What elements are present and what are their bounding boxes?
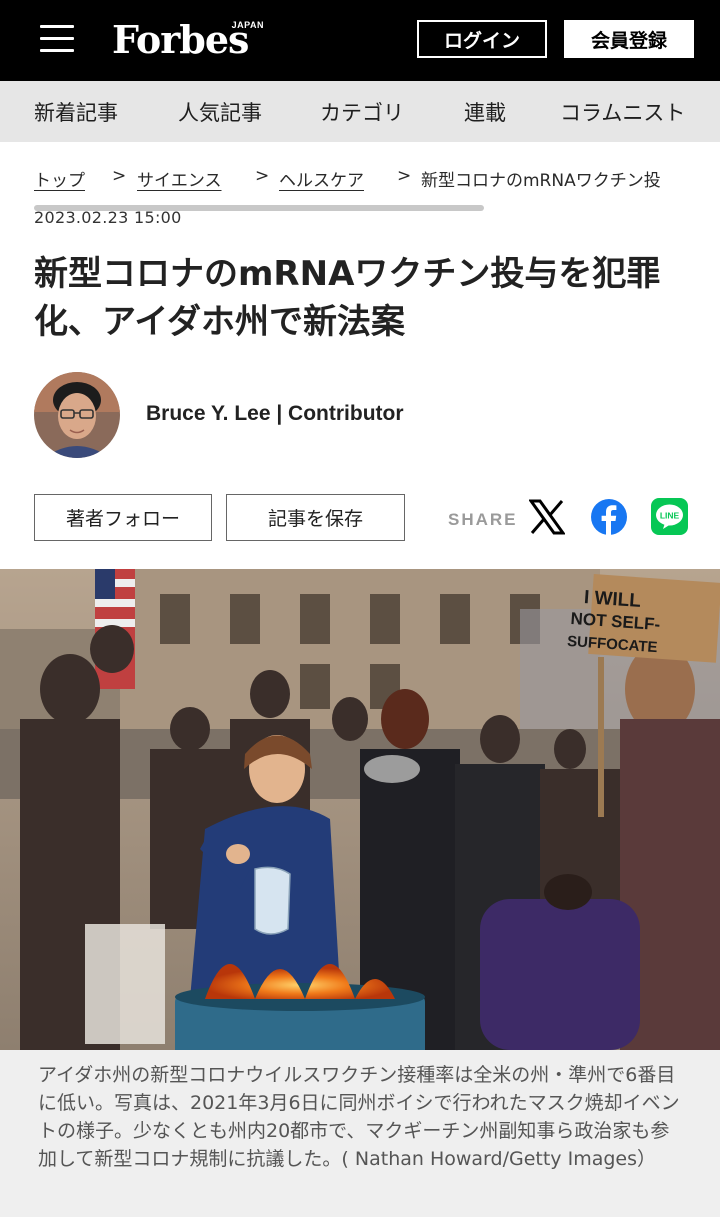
nav-item-latest[interactable]: 新着記事 <box>34 97 118 127</box>
breadcrumb-science[interactable]: サイエンス <box>137 166 222 191</box>
author-avatar[interactable] <box>34 372 120 458</box>
breadcrumb-current: 新型コロナのmRNAワクチン投 <box>421 171 661 191</box>
top-header: Forbes JAPAN ログイン 会員登録 <box>0 0 720 81</box>
nav-item-columnist[interactable]: コラムニスト <box>560 97 685 127</box>
follow-author-button[interactable]: 著者フォロー <box>34 494 212 541</box>
breadcrumb-top[interactable]: トップ <box>34 166 85 191</box>
article-title: 新型コロナのmRNAワクチン投与を犯罪化、アイダホ州で新法案 <box>34 254 661 342</box>
svg-text:I WILL: I WILL <box>583 587 642 612</box>
login-button[interactable]: ログイン <box>417 20 547 58</box>
menu-icon[interactable] <box>40 25 74 53</box>
facebook-share-icon[interactable] <box>590 498 628 536</box>
breadcrumb-separator: > <box>112 166 127 186</box>
x-share-icon[interactable] <box>528 499 566 535</box>
breadcrumb-separator: > <box>397 166 412 186</box>
svg-text:LINE: LINE <box>660 511 680 521</box>
article-hero-photo: I WILL NOT SELF- SUFFOCATE <box>0 569 720 1050</box>
publish-date: 2023.02.23 15:00 <box>34 208 182 227</box>
breadcrumb: トップ > サイエンス > ヘルスケア > 新型コロナのmRNAワクチン投 <box>34 166 694 192</box>
nav-item-popular[interactable]: 人気記事 <box>178 97 262 127</box>
save-article-button[interactable]: 記事を保存 <box>226 494 405 541</box>
breadcrumb-healthcare[interactable]: ヘルスケア <box>279 166 364 191</box>
category-nav: 新着記事 人気記事 カテゴリ 連載 コラムニスト <box>0 81 720 142</box>
nav-item-series[interactable]: 連載 <box>464 97 506 127</box>
nav-item-category[interactable]: カテゴリ <box>320 97 404 127</box>
breadcrumb-separator: > <box>255 166 270 186</box>
forbes-japan-logo[interactable]: Forbes JAPAN <box>112 14 272 66</box>
share-label: SHARE <box>448 510 518 529</box>
author-name[interactable]: Bruce Y. Lee | Contributor <box>146 402 404 426</box>
line-share-icon[interactable]: LINE <box>651 498 688 535</box>
photo-caption: アイダホ州の新型コロナウイルスワクチン接種率は全米の州・準州で6番目に低い。写真… <box>38 1064 680 1170</box>
logo-subtext: JAPAN <box>231 20 264 30</box>
register-button[interactable]: 会員登録 <box>564 20 694 58</box>
logo-wordmark: Forbes <box>112 17 249 62</box>
